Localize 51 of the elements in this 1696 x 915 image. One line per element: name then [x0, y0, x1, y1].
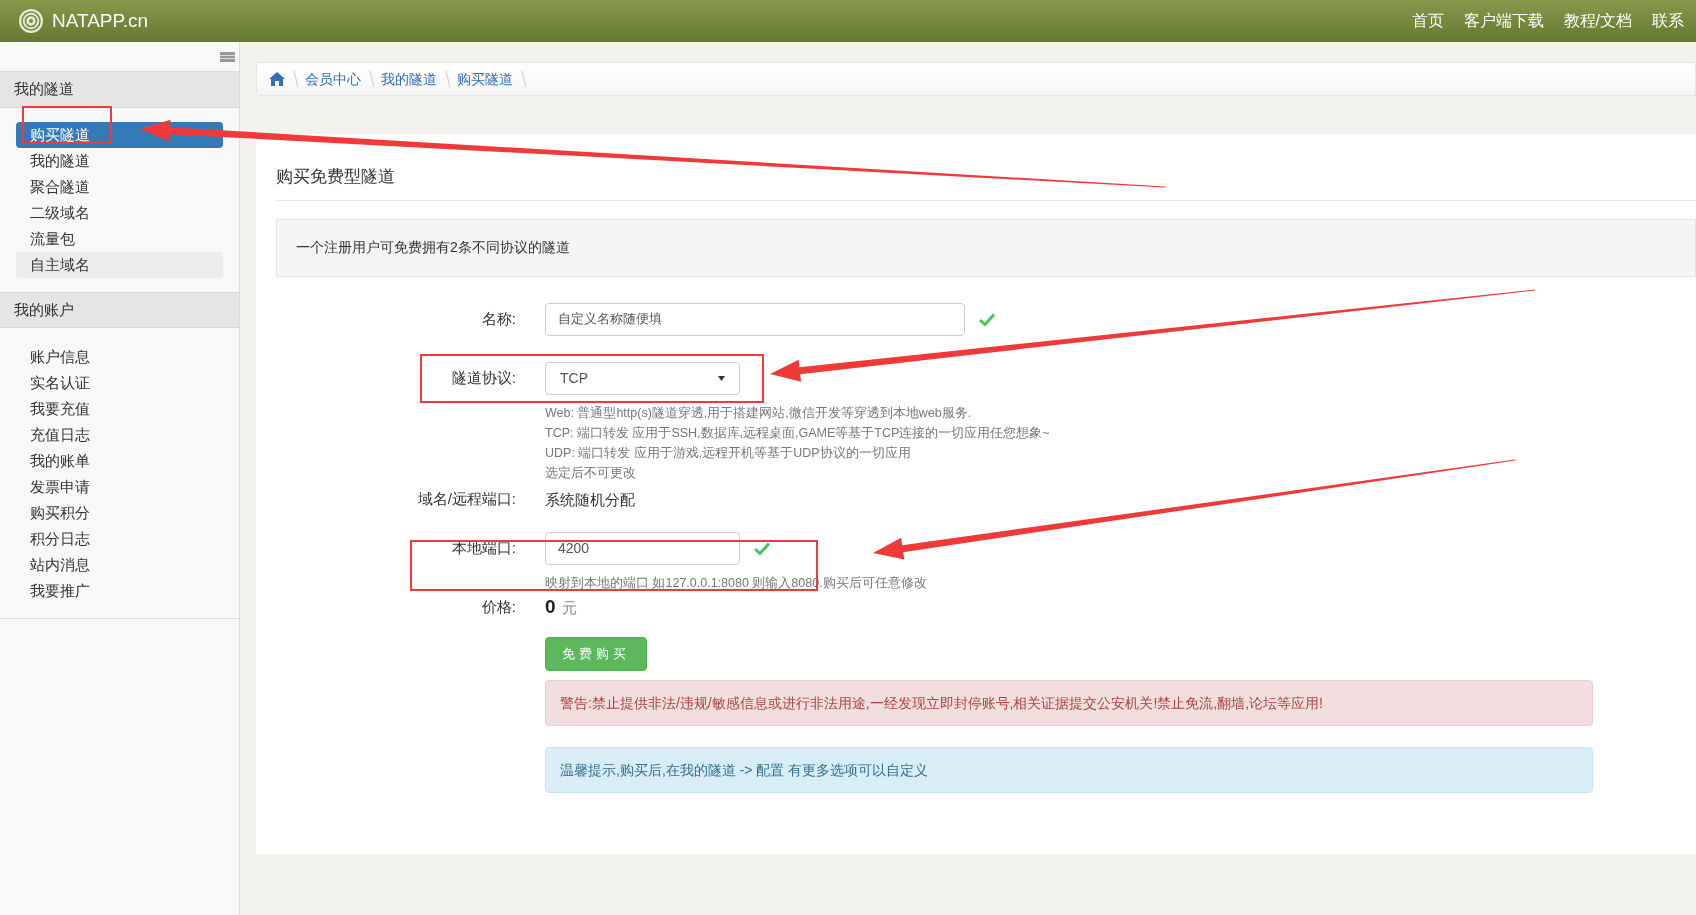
field-label: 域名/远程端口: [416, 488, 516, 509]
sidebar-item[interactable]: 二级域名 [16, 200, 223, 226]
sidebar-item[interactable]: 我要充值 [16, 396, 223, 422]
help-text: Web: 普通型http(s)隧道穿透,用于搭建网站,微信开发等穿透到本地web服务. [544, 404, 973, 422]
field-label: 本地端口: [450, 537, 516, 558]
sidebar-item[interactable]: 购买积分 [16, 500, 223, 526]
sidebar-item[interactable]: 聚合隧道 [16, 174, 223, 200]
help-text: UDP: 端口转发 应用于游戏,远程开机等基于UDP协议的一切应用 [544, 444, 912, 462]
sidebar-item[interactable]: 实名认证 [16, 370, 223, 396]
sidebar-item[interactable]: 积分日志 [16, 526, 223, 552]
sidebar-item[interactable]: 发票申请 [16, 474, 223, 500]
field-label: 隧道协议: [450, 367, 516, 388]
brand-name[interactable]: NATAPP.cn [52, 6, 149, 36]
breadcrumb-separator-icon [445, 70, 451, 88]
nav-link[interactable]: 首页 [1411, 9, 1444, 33]
field-label: 名称: [480, 308, 516, 329]
field-label: 价格: [480, 596, 516, 617]
sidebar-section-header[interactable]: 我的隧道 [0, 72, 239, 108]
notice-text: 一个注册用户可免费拥有2条不同协议的隧道 [276, 218, 1696, 277]
sidebar-item[interactable]: 站内消息 [16, 552, 223, 578]
logo-icon [18, 8, 44, 34]
breadcrumb-link[interactable]: 购买隧道 [457, 68, 513, 90]
protocol-select[interactable]: TCP [545, 361, 740, 395]
warning-alert: 警告:禁止提供非法/违规/敏感信息或进行非法用途,一经发现立即封停账号,相关证据提交公安机关!禁止免流,翻墙,论坛等应用! [545, 680, 1593, 726]
breadcrumb-link[interactable]: 我的隧道 [381, 68, 437, 90]
info-alert: 温馨提示,购买后,在我的隧道 -> 配置 有更多选项可以自定义 [545, 747, 1593, 793]
home-icon[interactable] [269, 72, 285, 86]
sidebar-section-header[interactable]: 我的账户 [0, 292, 239, 328]
sidebar-item[interactable]: 我的账单 [16, 448, 223, 474]
sidebar-item[interactable]: 流量包 [16, 226, 223, 252]
breadcrumb-separator-icon [369, 70, 375, 88]
price-unit: 元 [561, 597, 577, 618]
help-text: TCP: 端口转发 应用于SSH,数据库,远程桌面,GAME等基于TCP连接的一切应用任您想象~ [544, 424, 1051, 442]
name-input[interactable]: 自定义名称随便填 [545, 302, 965, 336]
domain-value: 系统随机分配 [545, 489, 635, 510]
breadcrumb-separator-icon [521, 70, 527, 88]
sidebar-toggle-icon[interactable] [220, 51, 235, 62]
nav-link[interactable]: 教程/文档 [1563, 9, 1632, 33]
price-amount: 0 [545, 594, 556, 619]
sidebar-item[interactable]: 账户信息 [16, 344, 223, 370]
nav-link[interactable]: 联系 [1652, 9, 1684, 33]
sidebar-item[interactable]: 我的隧道 [16, 148, 223, 174]
sidebar-item[interactable]: 我要推广 [16, 578, 223, 604]
caret-icon [718, 375, 725, 381]
sidebar-item[interactable]: 自主域名 [16, 252, 223, 278]
sidebar-item[interactable]: 充值日志 [16, 422, 223, 448]
nav-link[interactable]: 客户端下载 [1463, 9, 1544, 33]
help-text: 选定后不可更改 [544, 464, 637, 482]
local-port-input[interactable]: 4200 [545, 531, 740, 565]
breadcrumb-separator-icon [293, 70, 299, 88]
breadcrumb-link[interactable]: 会员中心 [305, 68, 361, 90]
